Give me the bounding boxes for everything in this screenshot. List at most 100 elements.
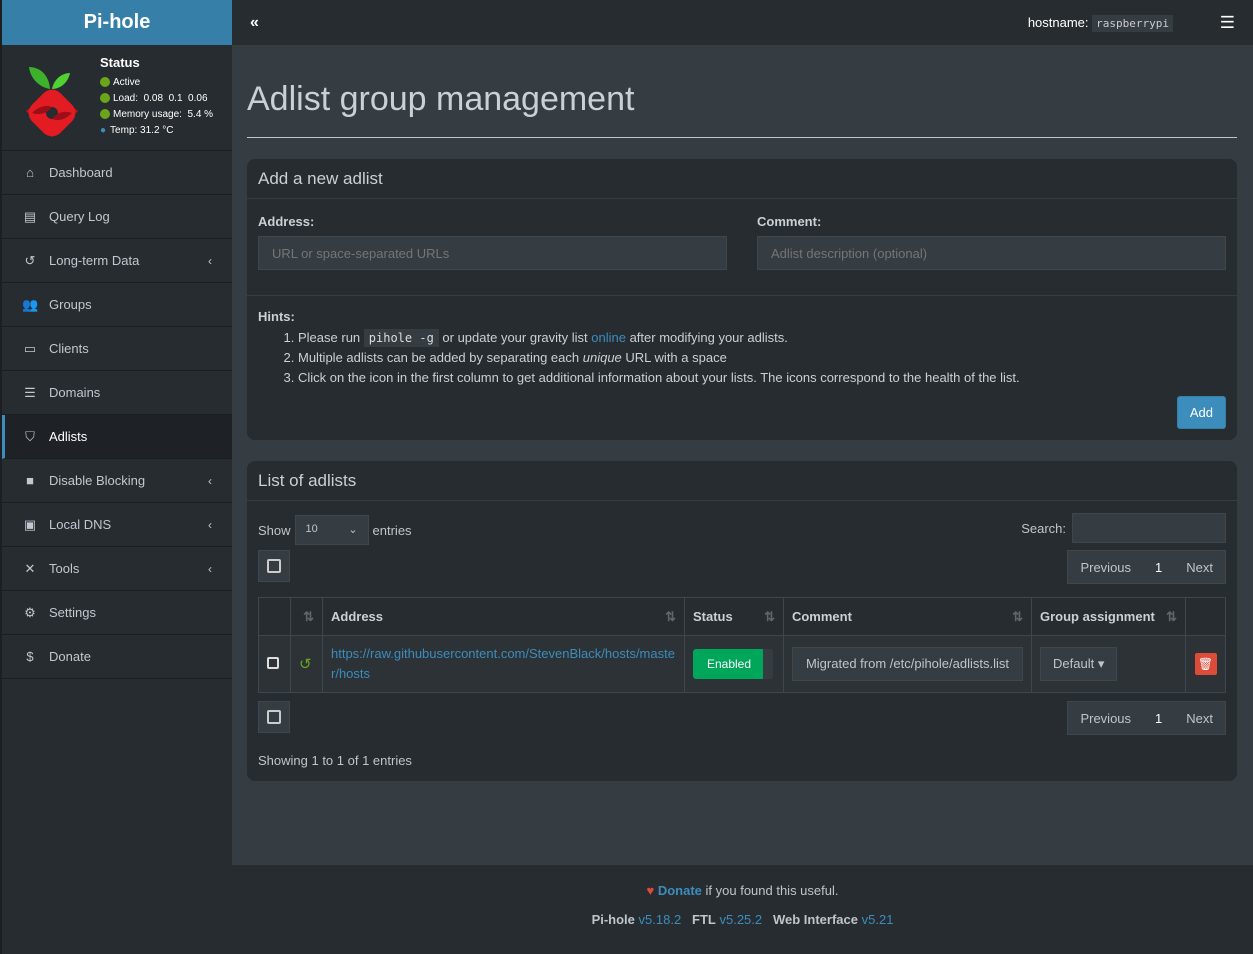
sidebar-item-query-log[interactable]: ▤ Query Log — [2, 195, 232, 239]
page-1-button[interactable]: 1 — [1143, 560, 1174, 575]
entries-value: 10 — [305, 523, 318, 535]
sidebar-item-local-dns[interactable]: ▣ Local DNS ‹ — [2, 503, 232, 547]
sidebar-item-disable-blocking[interactable]: ■ Disable Blocking ‹ — [2, 459, 232, 503]
sidebar-item-settings[interactable]: ⚙ Settings — [2, 591, 232, 635]
sidebar-item-label: Adlists — [49, 429, 88, 444]
ftl-version[interactable]: v5.25.2 — [719, 912, 762, 927]
trash-icon[interactable]: 🗑 — [1194, 653, 1217, 675]
fire-icon: ● — [100, 124, 107, 136]
column-group[interactable]: Group assignment ⇅ — [1031, 597, 1186, 636]
sidebar-item-adlists[interactable]: ⛉ Adlists — [2, 415, 232, 459]
sidebar-item-donate[interactable]: $ Donate — [2, 635, 232, 679]
footer: ♥ Donate if you found this useful. Pi-ho… — [232, 865, 1253, 954]
sort-icon: ⇅ — [764, 608, 775, 624]
chevron-left-icon: ‹ — [208, 473, 212, 488]
adlist-address-link[interactable]: https://raw.githubusercontent.com/Steven… — [331, 646, 675, 681]
sidebar-item-clients[interactable]: ▭ Clients — [2, 327, 232, 371]
hint1-code: pihole -g — [363, 329, 439, 347]
hints-list: Please run pihole -g or update your grav… — [298, 328, 1020, 388]
search-input[interactable] — [1072, 513, 1226, 543]
sidebar-item-domains[interactable]: ☰ Domains — [2, 371, 232, 415]
sidebar-item-label: Query Log — [49, 209, 110, 224]
sidebar-item-label: Domains — [49, 385, 101, 400]
menu-icon[interactable]: ☰ — [1220, 13, 1235, 33]
group-select[interactable]: Default ▾ — [1040, 647, 1118, 681]
sidebar-item-groups[interactable]: 👥 Groups — [2, 283, 232, 327]
next-button[interactable]: Next — [1174, 560, 1225, 575]
add-adlist-box: Add a new adlist Address: Comment: Hints… — [247, 159, 1237, 440]
sort-icon: ⇅ — [1166, 608, 1177, 624]
show-label: Show — [258, 522, 291, 538]
hint2-text: Multiple adlists can be added by separat… — [298, 350, 583, 365]
showing-info: Showing 1 to 1 of 1 entries — [258, 753, 412, 768]
select-all-checkbox-bottom[interactable] — [258, 701, 290, 733]
next-button[interactable]: Next — [1174, 711, 1225, 726]
hint1-text: Please run — [298, 330, 364, 345]
hint1-text3: after modifying your adlists. — [625, 330, 788, 345]
sidebar-item-long-term-data[interactable]: ↺ Long-term Data ‹ — [2, 239, 232, 283]
comment-field[interactable]: Migrated from /etc/pihole/adlists.list — [791, 647, 1023, 681]
load-dot-icon — [100, 93, 110, 103]
status-panel: Status Active Load: 0.08 0.1 0.06 Memory… — [2, 45, 232, 151]
donate-icon: $ — [26, 649, 34, 664]
sidebar-item-label: Long-term Data — [49, 253, 140, 268]
address-input[interactable] — [258, 236, 727, 270]
sidebar-item-label: Disable Blocking — [49, 473, 146, 488]
list-icon: ☰ — [24, 384, 36, 400]
status-temp: Temp: 31.2 °C — [110, 124, 174, 136]
heart-icon: ♥ — [646, 883, 655, 898]
home-icon: ⌂ — [26, 165, 34, 180]
ftl-label: FTL — [692, 912, 716, 927]
online-link[interactable]: online — [591, 330, 626, 345]
sort-icon: ⇅ — [1012, 608, 1023, 624]
status-load: Load: 0.08 0.1 0.06 — [113, 92, 208, 104]
pihole-logo-icon — [26, 67, 78, 137]
pihole-version[interactable]: v5.18.2 — [639, 912, 682, 927]
select-all-checkbox[interactable] — [258, 550, 290, 582]
add-adlist-title: Add a new adlist — [247, 159, 1237, 199]
donate-link[interactable]: Donate — [658, 883, 702, 898]
table-header: ⇅ Address ⇅ Status ⇅ Comment ⇅ Group assign… — [258, 597, 1226, 636]
column-comment[interactable]: Comment ⇅ — [782, 597, 1033, 636]
web-version[interactable]: v5.21 — [862, 912, 894, 927]
chevron-left-icon: ‹ — [208, 561, 212, 576]
active-dot-icon — [100, 77, 110, 87]
top-navbar: « hostname: raspberrypi ☰ — [232, 0, 1253, 45]
column-status[interactable]: Status ⇅ — [683, 597, 784, 636]
sidebar-item-dashboard[interactable]: ⌂ Dashboard — [2, 151, 232, 195]
sidebar-item-label: Groups — [49, 297, 92, 312]
entries-label: entries — [372, 522, 412, 538]
sidebar-toggle-icon[interactable]: « — [250, 14, 259, 32]
history-icon: ↺ — [24, 252, 36, 268]
column-address[interactable]: Address ⇅ — [322, 597, 685, 636]
hostname: hostname: raspberrypi — [1027, 15, 1173, 32]
page-1-button[interactable]: 1 — [1143, 711, 1174, 726]
status-memory: Memory usage: 5.4 % — [113, 108, 214, 120]
sort-icon: ⇅ — [665, 608, 676, 624]
comment-input[interactable] — [757, 236, 1226, 270]
previous-button[interactable]: Previous — [1068, 711, 1143, 726]
sidebar-item-tools[interactable]: ✕ Tools ‹ — [2, 547, 232, 591]
status-toggle[interactable]: Enabled — [692, 649, 773, 679]
sort-icon[interactable]: ⇅ — [290, 597, 323, 636]
gear-icon: ⚙ — [24, 604, 36, 620]
previous-button[interactable]: Previous — [1068, 560, 1143, 575]
chevron-down-icon: ⌄ — [348, 524, 358, 536]
hostname-value: raspberrypi — [1092, 15, 1173, 32]
laptop-icon: ▭ — [23, 340, 37, 356]
row-checkbox[interactable] — [267, 656, 279, 669]
history-icon[interactable]: ↺ — [290, 635, 323, 693]
address-book-icon: ▣ — [23, 516, 37, 532]
sidebar-item-label: Clients — [49, 341, 89, 356]
hostname-label: hostname: — [1027, 15, 1089, 30]
entries-select[interactable]: 10 ⌄ — [294, 515, 369, 545]
users-icon: 👥 — [22, 296, 39, 312]
adlist-list-title: List of adlists — [247, 461, 1237, 501]
page-title: Adlist group management — [247, 80, 1237, 138]
logo[interactable]: Pi-hole — [2, 0, 232, 45]
chevron-left-icon: ‹ — [208, 253, 212, 268]
add-button[interactable]: Add — [1176, 396, 1226, 429]
pagination-top: Previous 1 Next — [1067, 550, 1226, 584]
web-label: Web Interface — [772, 912, 858, 927]
hints-label: Hints: — [258, 309, 295, 324]
